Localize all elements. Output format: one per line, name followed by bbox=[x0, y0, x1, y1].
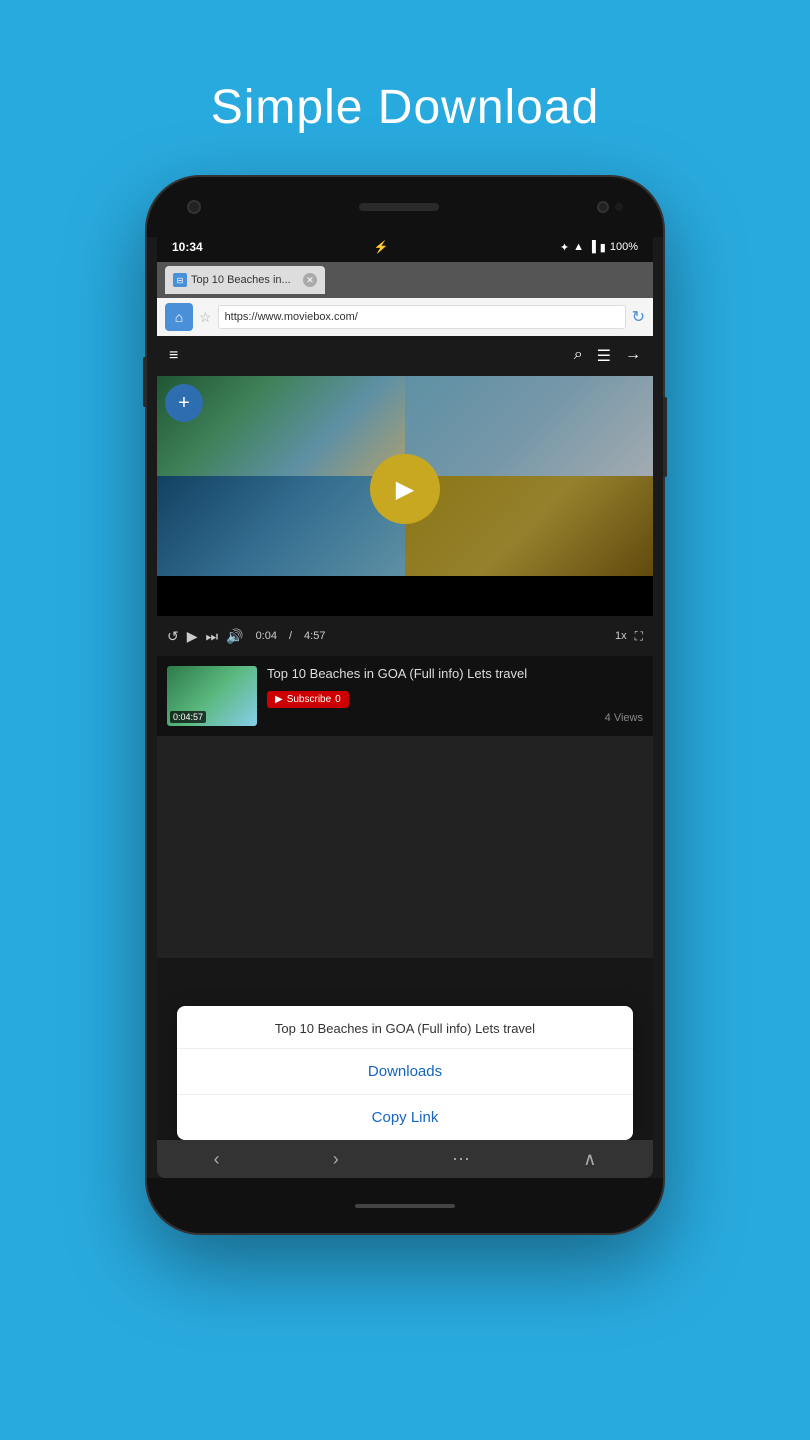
battery-percent: 100% bbox=[610, 241, 638, 253]
page-title: Simple Download bbox=[211, 80, 600, 135]
context-menu: Top 10 Beaches in GOA (Full info) Lets t… bbox=[177, 1006, 633, 1140]
phone-frame: 10:34 ⚡ ✦ ▲ ▐ ▮ 100% ⊟ Top 10 Beaches in… bbox=[145, 175, 665, 1235]
phone-top-bar bbox=[147, 177, 663, 237]
favicon-icon: ⊟ bbox=[177, 276, 184, 285]
thumb-umbrella bbox=[405, 476, 653, 576]
video-info-section: 0:04:57 Top 10 Beaches in GOA (Full info… bbox=[157, 656, 653, 736]
tab-favicon: ⊟ bbox=[173, 273, 187, 287]
subscribe-label: Subscribe bbox=[287, 694, 331, 705]
play-pause-icon[interactable]: ▶ bbox=[187, 628, 198, 645]
site-navbar: ≡ ⌕ ☰ → bbox=[157, 336, 653, 376]
tab-close-button[interactable]: ✕ bbox=[303, 273, 317, 287]
copy-link-menu-item[interactable]: Copy Link bbox=[177, 1095, 633, 1140]
front-camera-right bbox=[597, 201, 609, 213]
back-nav-icon[interactable]: ‹ bbox=[214, 1149, 220, 1170]
refresh-button[interactable]: ↻ bbox=[632, 307, 645, 327]
camera-sensors bbox=[597, 201, 623, 213]
youtube-icon: ▶ bbox=[275, 694, 283, 705]
hamburger-menu-icon[interactable]: ≡ bbox=[169, 347, 178, 365]
browser-bottom-nav: ‹ › ⋯ ∧ bbox=[157, 1140, 653, 1178]
status-time: 10:34 bbox=[172, 240, 203, 254]
subscriber-count: 0 bbox=[335, 694, 341, 705]
front-camera-left bbox=[187, 200, 201, 214]
video-controls: ↺ ▶ ⏭ 🔊 0:04 / 4:57 1x ⛶ bbox=[157, 616, 653, 656]
context-menu-header: Top 10 Beaches in GOA (Full info) Lets t… bbox=[177, 1006, 633, 1049]
thumb-duration: 0:04:57 bbox=[170, 711, 206, 723]
add-button[interactable]: + bbox=[165, 384, 203, 422]
scroll-up-icon[interactable]: ∧ bbox=[583, 1149, 596, 1170]
video-player[interactable]: ▶ + bbox=[157, 376, 653, 616]
volume-icon[interactable]: 🔊 bbox=[226, 628, 243, 645]
nav-right-icons: ⌕ ☰ → bbox=[574, 346, 641, 366]
bluetooth-icon: ✦ bbox=[560, 241, 569, 254]
playback-speed[interactable]: 1x bbox=[615, 630, 627, 642]
current-time: 0:04 bbox=[256, 630, 277, 642]
sensor bbox=[615, 203, 623, 211]
status-icons: ✦ ▲ ▐ ▮ 100% bbox=[560, 241, 638, 254]
browser-tab-bar: ⊟ Top 10 Beaches in... ✕ bbox=[157, 262, 653, 298]
video-thumbnail-small: 0:04:57 bbox=[167, 666, 257, 726]
replay-icon[interactable]: ↺ bbox=[167, 628, 179, 645]
browser-tab[interactable]: ⊟ Top 10 Beaches in... ✕ bbox=[165, 266, 325, 294]
forward-nav-icon[interactable]: › bbox=[333, 1149, 339, 1170]
thumb-tropical bbox=[157, 476, 405, 576]
url-field[interactable]: https://www.moviebox.com/ bbox=[218, 305, 626, 329]
signal-icon: ▐ bbox=[588, 241, 596, 253]
battery-icon: ▮ bbox=[600, 241, 606, 254]
wifi-icon: ▲ bbox=[573, 241, 584, 253]
home-indicator bbox=[355, 1204, 455, 1208]
thumb-bear bbox=[405, 376, 653, 476]
url-text: https://www.moviebox.com/ bbox=[225, 311, 358, 323]
tab-title: Top 10 Beaches in... bbox=[191, 274, 291, 286]
downloads-menu-item[interactable]: Downloads bbox=[177, 1049, 633, 1095]
context-menu-overlay: Top 10 Beaches in GOA (Full info) Lets t… bbox=[157, 958, 653, 1178]
power-button bbox=[663, 397, 667, 477]
fullscreen-icon[interactable]: ⛶ bbox=[635, 629, 643, 644]
total-time: 4:57 bbox=[304, 630, 325, 642]
time-separator: / bbox=[289, 630, 292, 642]
volume-button bbox=[143, 357, 147, 407]
home-button[interactable]: ⌂ bbox=[165, 303, 193, 331]
list-icon[interactable]: ☰ bbox=[597, 346, 611, 366]
views-count: 4 Views bbox=[267, 712, 643, 724]
phone-screen: 10:34 ⚡ ✦ ▲ ▐ ▮ 100% ⊟ Top 10 Beaches in… bbox=[157, 232, 653, 1178]
play-button[interactable]: ▶ bbox=[370, 454, 440, 524]
signin-icon[interactable]: → bbox=[625, 346, 641, 366]
more-nav-icon[interactable]: ⋯ bbox=[452, 1149, 470, 1170]
video-title: Top 10 Beaches in GOA (Full info) Lets t… bbox=[267, 666, 643, 683]
search-icon[interactable]: ⌕ bbox=[574, 346, 583, 366]
speaker bbox=[359, 203, 439, 211]
phone-bottom bbox=[147, 1178, 663, 1233]
browser-address-bar: ⌂ ☆ https://www.moviebox.com/ ↻ bbox=[157, 298, 653, 336]
bookmark-icon[interactable]: ☆ bbox=[199, 309, 212, 326]
subscribe-button[interactable]: ▶ Subscribe 0 bbox=[267, 691, 349, 708]
status-signal-icon: ⚡ bbox=[374, 240, 389, 254]
video-info-text: Top 10 Beaches in GOA (Full info) Lets t… bbox=[267, 666, 643, 726]
next-icon[interactable]: ⏭ bbox=[206, 628, 219, 645]
